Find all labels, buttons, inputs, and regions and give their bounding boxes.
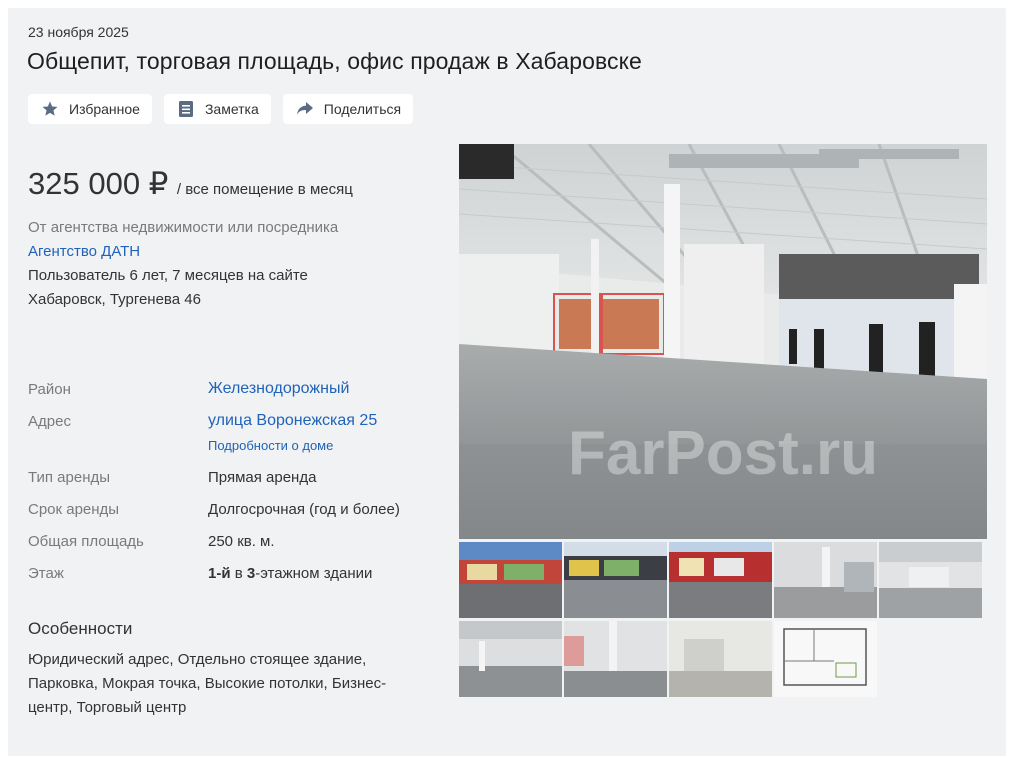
features-text: Юридический адрес, Отдельно стоящее здан… <box>28 651 387 716</box>
area-value: 250 кв. м. <box>208 533 275 550</box>
district-link[interactable]: Железнодорожный <box>208 380 349 398</box>
share-button[interactable]: Поделиться <box>282 94 414 124</box>
rent-term-label: Срок аренды <box>28 501 120 518</box>
thumbnail[interactable] <box>564 542 667 618</box>
note-button[interactable]: Заметка <box>163 94 271 124</box>
seller-type-note: От агентства недвижимости или посредника <box>28 219 339 236</box>
page-title: Общепит, торговая площадь, офис продаж в… <box>27 48 642 74</box>
star-icon <box>40 99 60 119</box>
address-link[interactable]: улица Воронежская 25 <box>208 412 377 430</box>
main-photo[interactable]: FarPost.ru <box>459 144 987 539</box>
thumbnail[interactable] <box>564 621 667 697</box>
listing-date: 23 ноября 2025 <box>28 24 129 40</box>
price-amount: 325 000 ₽ <box>28 166 169 201</box>
note-label: Заметка <box>204 101 259 117</box>
floor-suffix: -этажном здании <box>255 565 373 582</box>
thumbnail[interactable] <box>669 542 772 618</box>
seller-address: Хабаровск, Тургенева 46 <box>28 291 201 308</box>
agency-link[interactable]: Агентство ДАТН <box>28 243 140 260</box>
rent-type-label: Тип аренды <box>28 469 111 486</box>
action-bar: Избранное Заметка Поделиться <box>28 94 414 124</box>
rent-type-value: Прямая аренда <box>208 469 317 486</box>
note-icon <box>176 99 196 119</box>
features-heading: Особенности <box>28 619 133 638</box>
floor-label: Этаж <box>28 565 64 582</box>
address-label: Адрес <box>28 413 71 430</box>
favorite-label: Избранное <box>69 101 140 117</box>
thumbnail[interactable] <box>669 621 772 697</box>
thumbnail[interactable] <box>459 542 562 618</box>
floor-number: 1-й <box>208 565 231 582</box>
floor-connector: в <box>230 565 247 582</box>
thumbnail[interactable] <box>774 542 877 618</box>
floor-value: 1-й в 3-этажном здании <box>208 565 372 582</box>
floor-total: 3 <box>246 565 256 582</box>
share-icon <box>295 99 315 119</box>
user-tenure: Пользователь 6 лет, 7 месяцев на сайте <box>28 267 308 284</box>
house-details-link[interactable]: Подробности о доме <box>208 438 333 453</box>
share-label: Поделиться <box>323 101 402 117</box>
floor-plan-thumbnail[interactable] <box>774 621 877 697</box>
price-block: 325 000 ₽ / все помещение в месяц <box>28 166 353 202</box>
listing-card: 23 ноября 2025 Общепит, торговая площадь… <box>8 8 1006 756</box>
area-label: Общая площадь <box>28 533 144 550</box>
thumbnail[interactable] <box>459 621 562 697</box>
favorite-button[interactable]: Избранное <box>28 94 152 124</box>
district-label: Район <box>28 381 71 398</box>
rent-term-value: Долгосрочная (год и более) <box>208 501 400 518</box>
price-period: / все помещение в месяц <box>176 181 353 198</box>
thumbnail[interactable] <box>879 542 982 618</box>
photo-watermark: FarPost.ru <box>568 419 878 488</box>
